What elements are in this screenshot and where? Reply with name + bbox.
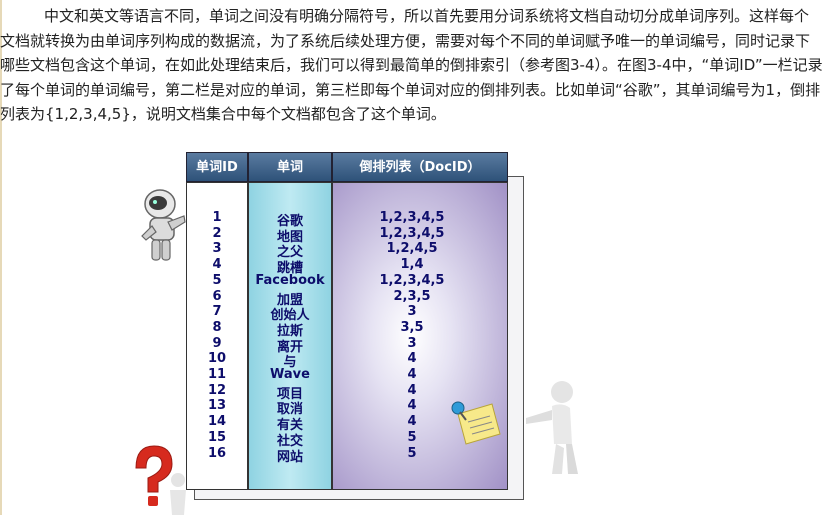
cell-word-id: 3 xyxy=(212,241,222,257)
cell-word-id: 7 xyxy=(212,304,222,320)
cell-posting-list: 1,2,3,4,5 xyxy=(379,210,445,225)
cell-word-id: 8 xyxy=(212,319,222,335)
cell-posting-list: 5 xyxy=(407,429,417,445)
cell-word-id: 10 xyxy=(207,351,227,367)
question-mark-illustration xyxy=(135,445,186,515)
cell-word-id: 6 xyxy=(212,288,222,304)
standing-person-illustration xyxy=(526,381,578,474)
cell-word-id: 11 xyxy=(207,367,227,382)
cell-word-id: 14 xyxy=(207,414,227,430)
header-posting-list: 倒排列表（DocID） xyxy=(332,152,508,182)
cell-word-id: 13 xyxy=(207,398,227,414)
cell-posting-list: 5 xyxy=(407,445,417,461)
cell-word: 网站 xyxy=(276,449,303,465)
cell-posting-list: 1,4 xyxy=(400,257,424,273)
cell-posting-list: 4 xyxy=(407,382,417,398)
cell-posting-list: 4 xyxy=(407,367,417,382)
cell-posting-list: 1,2,3,4,5 xyxy=(379,225,445,241)
cell-word-id: 16 xyxy=(207,445,227,461)
cell-word-id: 5 xyxy=(212,272,222,288)
cell-posting-list: 2,3,5 xyxy=(393,288,431,304)
header-word: 单词 xyxy=(248,152,332,182)
cell-word-id: 1 xyxy=(212,210,222,225)
cell-word-id: 9 xyxy=(212,335,222,351)
cell-posting-list: 4 xyxy=(407,351,417,367)
cell-posting-list: 3 xyxy=(407,304,417,320)
cell-word: Facebook xyxy=(255,272,325,288)
cell-posting-list: 3 xyxy=(407,335,417,351)
cell-word: Wave xyxy=(270,367,310,382)
cell-word-id: 2 xyxy=(212,225,222,241)
cell-posting-list: 1,2,3,4,5 xyxy=(379,272,445,288)
cell-posting-list: 4 xyxy=(407,398,417,414)
cell-posting-list: 4 xyxy=(407,414,417,430)
cell-posting-list: 3,5 xyxy=(400,319,424,335)
cell-word-id: 4 xyxy=(212,257,222,273)
robot-illustration xyxy=(141,189,186,261)
cell-word-id: 12 xyxy=(207,382,227,398)
inverted-index-figure: 单词ID 单词 倒排列表（DocID） 1 谷歌 1,2,3,4,5 2 地图 1,2,3… xyxy=(0,0,831,515)
cell-posting-list: 1,2,4,5 xyxy=(386,241,438,257)
header-word-id: 单词ID xyxy=(186,152,248,182)
cell-word-id: 15 xyxy=(207,429,227,445)
